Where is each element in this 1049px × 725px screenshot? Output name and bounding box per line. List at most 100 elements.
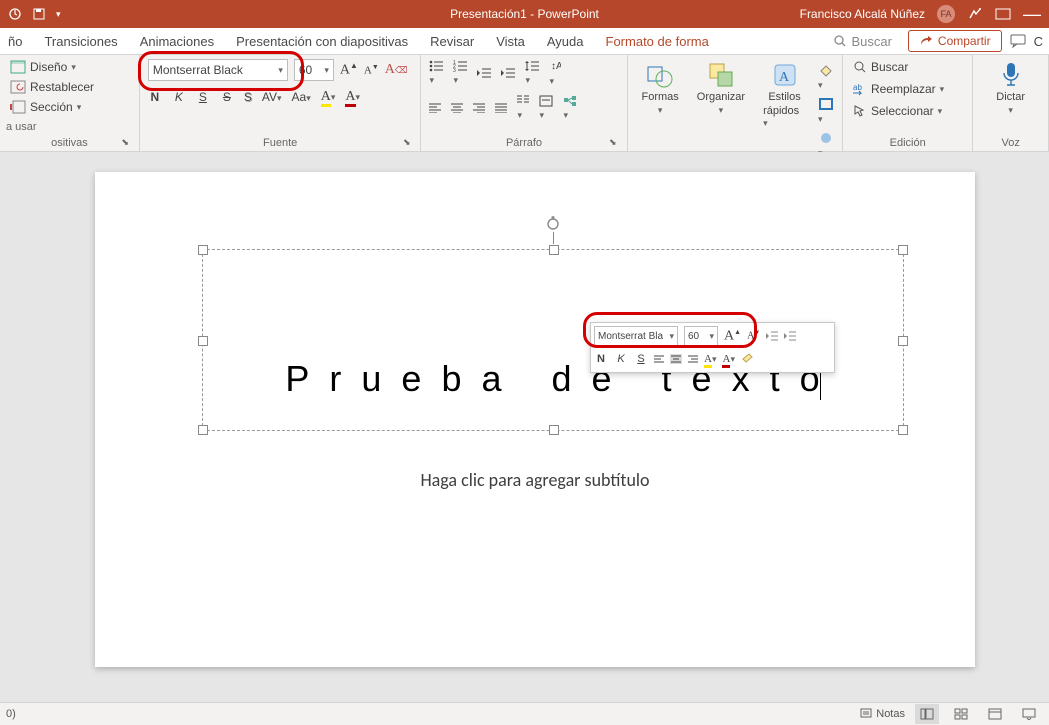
resize-handle[interactable]: [898, 425, 908, 435]
window-title: Presentación1 - PowerPoint: [450, 7, 599, 21]
mini-bold-button[interactable]: N: [594, 353, 608, 365]
resize-handle[interactable]: [198, 336, 208, 346]
columns-button[interactable]: ▾: [517, 95, 529, 121]
resize-handle[interactable]: [549, 425, 559, 435]
mini-underline-button[interactable]: S: [634, 353, 648, 365]
dictate-button[interactable]: Dictar▾: [990, 59, 1031, 118]
share-button[interactable]: Compartir: [908, 30, 1002, 52]
align-left-button[interactable]: [429, 103, 441, 113]
mini-highlight-icon[interactable]: A▾: [704, 353, 716, 365]
simplify-ribbon-icon[interactable]: [967, 6, 983, 22]
increase-indent-button[interactable]: [501, 67, 515, 79]
align-center-button[interactable]: [451, 103, 463, 113]
reset-button[interactable]: Restablecer: [8, 79, 131, 95]
paragraph-dialog-launcher[interactable]: ⬊: [609, 137, 617, 148]
slide-canvas[interactable]: Prueba de texto Haga clic para agregar s…: [0, 152, 1049, 702]
mini-dec-indent-icon[interactable]: [766, 331, 778, 341]
numbering-button[interactable]: 123▾: [453, 60, 467, 86]
rotate-handle[interactable]: [545, 216, 561, 232]
minimize-button[interactable]: —: [1023, 4, 1041, 25]
bold-button[interactable]: N: [148, 90, 162, 104]
bullets-button[interactable]: ▾: [429, 60, 443, 86]
arrange-button[interactable]: Organizar▾: [691, 59, 751, 118]
notes-button[interactable]: Notas: [860, 708, 905, 720]
line-spacing-button[interactable]: ▾: [525, 60, 539, 86]
normal-view-icon[interactable]: [915, 704, 939, 724]
mini-italic-button[interactable]: K: [614, 353, 628, 365]
tab-shape-format[interactable]: Formato de forma: [604, 32, 711, 51]
resize-handle[interactable]: [198, 245, 208, 255]
shapes-label: Formas: [642, 91, 679, 103]
slides-dialog-launcher[interactable]: ⬊: [121, 137, 129, 148]
statusbar: 0) Notas: [0, 702, 1049, 725]
mini-format-painter-icon[interactable]: [741, 353, 755, 365]
clear-format-icon[interactable]: A⌫: [385, 62, 408, 78]
align-right-button[interactable]: [473, 103, 485, 113]
font-color-button[interactable]: A▾: [345, 89, 360, 105]
font-dialog-launcher[interactable]: ⬊: [403, 137, 411, 148]
comments-button[interactable]: [1010, 34, 1026, 48]
select-label: Seleccionar: [871, 104, 934, 118]
justify-button[interactable]: [495, 103, 507, 113]
mini-font-color-icon[interactable]: A▾: [722, 353, 734, 365]
section-button[interactable]: Sección▾: [8, 99, 131, 115]
resize-handle[interactable]: [198, 425, 208, 435]
tab-review[interactable]: Revisar: [428, 32, 476, 51]
tab-design[interactable]: ño: [6, 32, 24, 51]
align-text-button[interactable]: ▾: [539, 95, 553, 121]
strike-button[interactable]: S: [220, 90, 234, 104]
reset-label: Restablecer: [30, 80, 94, 94]
text-direction-button[interactable]: ↕A▾: [549, 59, 561, 87]
tab-slideshow[interactable]: Presentación con diapositivas: [234, 32, 410, 51]
qs-label1: Estilos: [768, 91, 800, 103]
group-font-label: Fuente: [263, 137, 297, 149]
autosave-icon[interactable]: [8, 7, 22, 21]
resize-handle[interactable]: [549, 245, 559, 255]
svg-text:3: 3: [453, 68, 456, 72]
slideshow-view-icon[interactable]: [1017, 704, 1041, 724]
shapes-button[interactable]: Formas▾: [636, 59, 685, 118]
shape-fill-button[interactable]: ▾: [818, 63, 834, 91]
tab-view[interactable]: Vista: [494, 32, 527, 51]
ribbon-display-icon[interactable]: [995, 8, 1011, 20]
shadow-button[interactable]: S: [244, 90, 252, 104]
find-button[interactable]: Buscar: [851, 59, 964, 75]
tab-animations[interactable]: Animaciones: [138, 32, 216, 51]
subtitle-placeholder[interactable]: Haga clic para agregar subtítulo: [95, 469, 975, 491]
char-spacing-button[interactable]: AV▾: [262, 90, 282, 104]
save-icon[interactable]: [32, 7, 46, 21]
select-button[interactable]: Seleccionar▾: [851, 103, 964, 119]
mini-inc-indent-icon[interactable]: [784, 331, 796, 341]
decrease-font-icon[interactable]: A▼: [364, 63, 379, 77]
titlebar: ▾ Presentación1 - PowerPoint Francisco A…: [0, 0, 1049, 28]
change-case-button[interactable]: Aa▾: [292, 90, 311, 104]
svg-text:ab: ab: [853, 83, 862, 92]
quick-styles-button[interactable]: A Estilos rápidos ▾: [757, 59, 812, 131]
reading-view-icon[interactable]: [983, 704, 1007, 724]
mini-align-right-icon[interactable]: [688, 355, 698, 363]
replace-button[interactable]: abReemplazar▾: [851, 81, 964, 97]
sorter-view-icon[interactable]: [949, 704, 973, 724]
smartart-button[interactable]: ▾: [563, 95, 577, 121]
user-avatar[interactable]: FA: [937, 5, 955, 23]
underline-button[interactable]: S: [196, 90, 210, 104]
increase-font-icon[interactable]: A▲: [340, 61, 358, 79]
tab-help[interactable]: Ayuda: [545, 32, 586, 51]
replace-label: Reemplazar: [871, 82, 936, 96]
slide[interactable]: Prueba de texto Haga clic para agregar s…: [95, 172, 975, 667]
highlight-button[interactable]: A▾: [321, 89, 336, 105]
resize-handle[interactable]: [898, 336, 908, 346]
group-slides-cut: a usar: [6, 121, 37, 133]
svg-text:↕A: ↕A: [551, 61, 561, 72]
tab-transitions[interactable]: Transiciones: [42, 32, 119, 51]
search-label: Buscar: [851, 34, 891, 49]
tell-me-search[interactable]: Buscar: [833, 34, 891, 49]
mini-align-center-icon[interactable]: [670, 354, 682, 364]
shape-outline-button[interactable]: ▾: [818, 97, 834, 125]
layout-button[interactable]: Diseño▾: [8, 59, 131, 75]
mini-align-left-icon[interactable]: [654, 355, 664, 363]
resize-handle[interactable]: [898, 245, 908, 255]
italic-button[interactable]: K: [172, 90, 186, 104]
decrease-indent-button[interactable]: [477, 67, 491, 79]
qat-more-icon[interactable]: ▾: [56, 9, 61, 20]
